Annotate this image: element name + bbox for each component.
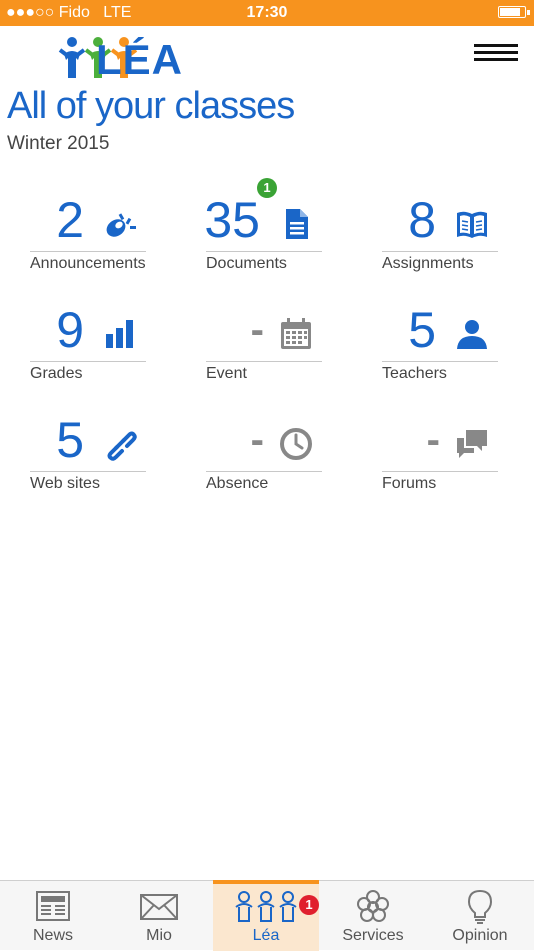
- lea-badge: 1: [299, 895, 319, 915]
- person-icon: [457, 320, 487, 349]
- clock: 17:30: [246, 4, 288, 21]
- tile-divider: [382, 251, 498, 252]
- tile-count: -: [250, 418, 264, 462]
- tile-label: Teachers: [382, 365, 447, 382]
- tile-announcements[interactable]: 2 Announcements: [30, 192, 146, 282]
- documents-badge: 1: [257, 178, 277, 198]
- tile-label: Announcements: [30, 255, 146, 272]
- link-icon: [107, 431, 137, 461]
- tile-count: -: [250, 308, 264, 352]
- menu-button[interactable]: [474, 44, 518, 64]
- book-icon: [457, 211, 487, 238]
- tile-count: 2: [56, 192, 84, 248]
- tile-documents[interactable]: 35 1 Documents: [204, 178, 322, 282]
- tile-divider: [206, 471, 322, 472]
- tab-label: Mio: [146, 927, 172, 944]
- lightbulb-icon: [467, 889, 493, 924]
- tile-label: Assignments: [382, 255, 474, 272]
- tile-label: Forums: [382, 475, 437, 492]
- tab-label: Léa: [252, 927, 280, 944]
- tab-mio[interactable]: Mio: [106, 881, 212, 951]
- hamburger-icon-line: [474, 51, 518, 54]
- tile-divider: [382, 471, 498, 472]
- tile-count: 5: [408, 302, 436, 358]
- status-bar: ●●●○○ Fido LTE 17:30: [0, 0, 534, 26]
- tab-bar: News Mio 1 Léa Services Opinion: [0, 880, 534, 951]
- tile-count: -: [426, 418, 440, 462]
- newspaper-icon: [36, 891, 70, 921]
- page-title: All of your classes: [7, 85, 295, 127]
- tile-divider: [206, 251, 322, 252]
- tab-opinion[interactable]: Opinion: [427, 881, 533, 951]
- tile-divider: [30, 251, 146, 252]
- tab-label: Services: [342, 927, 404, 944]
- tile-count: 9: [56, 302, 84, 358]
- calendar-icon: [281, 318, 311, 349]
- logo-text: LÉA: [96, 36, 183, 83]
- megaphone-icon: [106, 213, 136, 237]
- tile-forums[interactable]: - Forums: [382, 412, 498, 502]
- tile-divider: [206, 361, 322, 362]
- tab-label: Opinion: [452, 927, 508, 944]
- tile-assignments[interactable]: 8 Assignments: [382, 192, 498, 282]
- tab-services[interactable]: Services: [320, 881, 426, 951]
- tab-news[interactable]: News: [0, 881, 106, 951]
- clock-icon: [280, 428, 312, 460]
- hamburger-icon: [474, 44, 518, 47]
- tile-divider: [382, 361, 498, 362]
- battery-icon: [498, 6, 530, 18]
- tile-count: 8: [408, 192, 436, 248]
- tab-lea[interactable]: 1 Léa: [213, 880, 319, 951]
- tile-label: Absence: [206, 475, 269, 492]
- tile-divider: [30, 361, 146, 362]
- document-icon: [286, 209, 308, 239]
- tile-count: 35: [204, 192, 260, 248]
- hamburger-icon-line: [474, 58, 518, 61]
- tile-grades[interactable]: 9 Grades: [30, 302, 146, 392]
- chat-bubbles-icon: [457, 430, 487, 458]
- battery-fill: [500, 8, 520, 16]
- tab-label: News: [32, 927, 73, 944]
- tile-label: Grades: [30, 365, 83, 382]
- envelope-icon: [140, 894, 178, 920]
- tile-divider: [30, 471, 146, 472]
- session-label: Winter 2015: [7, 133, 110, 154]
- tile-label: Web sites: [30, 475, 100, 492]
- tile-absence[interactable]: - Absence: [206, 412, 322, 502]
- people-icon: [235, 891, 297, 922]
- tile-label: Event: [206, 365, 247, 382]
- tile-event[interactable]: - Event: [206, 302, 322, 392]
- tile-count: 5: [56, 412, 84, 468]
- flower-icon: [357, 890, 389, 922]
- bar-chart-icon: [106, 320, 133, 348]
- tile-label: Documents: [206, 255, 287, 272]
- tile-web-sites[interactable]: 5 Web sites: [30, 412, 146, 502]
- tile-teachers[interactable]: 5 Teachers: [382, 302, 498, 392]
